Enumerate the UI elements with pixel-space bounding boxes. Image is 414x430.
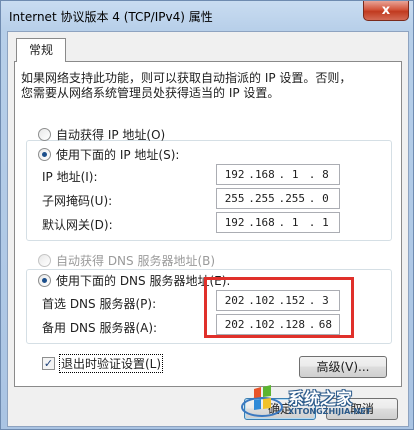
dialog-window: Internet 协议版本 4 (TCP/IPv4) 属性 x 常规 如果网络支… — [0, 0, 414, 430]
dns-auto-radio — [38, 254, 51, 267]
validate-on-exit-checkbox[interactable]: ✓ — [42, 357, 55, 370]
ip-manual-radio-row[interactable]: 使用下面的 IP 地址(S): — [38, 146, 182, 163]
dns-manual-radio[interactable] — [38, 274, 51, 287]
window-title: Internet 协议版本 4 (TCP/IPv4) 属性 — [9, 10, 213, 24]
octet: 1 — [291, 168, 299, 181]
ip-address-label: IP 地址(I): — [42, 170, 98, 184]
default-gateway-label: 默认网关(D): — [42, 218, 113, 232]
advanced-button[interactable]: 高级(V)... — [299, 356, 387, 378]
ip-auto-radio-row[interactable]: 自动获得 IP 地址(O) — [38, 126, 165, 143]
watermark: 系统之家 XITONGZHIJIA.NET — [230, 383, 405, 423]
ip-manual-radio[interactable] — [38, 148, 51, 161]
ip-auto-label: 自动获得 IP 地址(O) — [56, 128, 166, 142]
subnet-mask-label: 子网掩码(U): — [42, 194, 113, 208]
tab-general[interactable]: 常规 — [16, 38, 66, 62]
octet: 1 — [291, 216, 299, 229]
validate-on-exit-label: 退出时验证设置(L) — [59, 354, 164, 373]
ip-manual-label: 使用下面的 IP 地址(S): — [56, 148, 180, 162]
ip-address-field[interactable]: 192. 168. 1. 8 — [216, 164, 340, 185]
dns-auto-radio-row: 自动获得 DNS 服务器地址(B) — [38, 252, 215, 269]
preferred-dns-label: 首选 DNS 服务器(P): — [42, 297, 157, 311]
close-button[interactable]: x — [363, 1, 409, 21]
description-text: 如果网络支持此功能，则可以获取自动指派的 IP 设置。否则， 您需要从网络系统管… — [21, 71, 381, 101]
description-line-2: 您需要从网络系统管理员处获得适当的 IP 设置。 — [21, 86, 280, 100]
watermark-logo-icon — [241, 385, 283, 417]
octet: 192 — [224, 168, 245, 181]
octet: 8 — [322, 168, 329, 181]
default-gateway-field[interactable]: 192. 168. 1. 1 — [216, 212, 340, 233]
watermark-title: 系统之家 — [288, 389, 353, 408]
watermark-url: XITONGZHIJIA.NET — [288, 407, 372, 416]
octet: 255 — [285, 192, 306, 205]
octet: 1 — [322, 216, 329, 229]
octet: 0 — [322, 192, 329, 205]
dns-highlight-box — [204, 277, 354, 338]
validate-on-exit-row[interactable]: ✓ 退出时验证设置(L) — [42, 354, 164, 373]
alternate-dns-label: 备用 DNS 服务器(A): — [42, 321, 158, 335]
octet: 192 — [224, 216, 245, 229]
octet: 168 — [254, 168, 275, 181]
description-line-1: 如果网络支持此功能，则可以获取自动指派的 IP 设置。否则， — [21, 71, 352, 85]
dialog-client-area: 常规 如果网络支持此功能，则可以获取自动指派的 IP 设置。否则， 您需要从网络… — [7, 31, 409, 427]
dns-auto-label: 自动获得 DNS 服务器地址(B) — [56, 254, 216, 268]
octet: 255 — [254, 192, 275, 205]
octet: 255 — [224, 192, 245, 205]
ip-auto-radio[interactable] — [38, 128, 51, 141]
title-bar[interactable]: Internet 协议版本 4 (TCP/IPv4) 属性 x — [1, 1, 414, 31]
subnet-mask-field[interactable]: 255. 255. 255. 0 — [216, 188, 340, 209]
octet: 168 — [254, 216, 275, 229]
